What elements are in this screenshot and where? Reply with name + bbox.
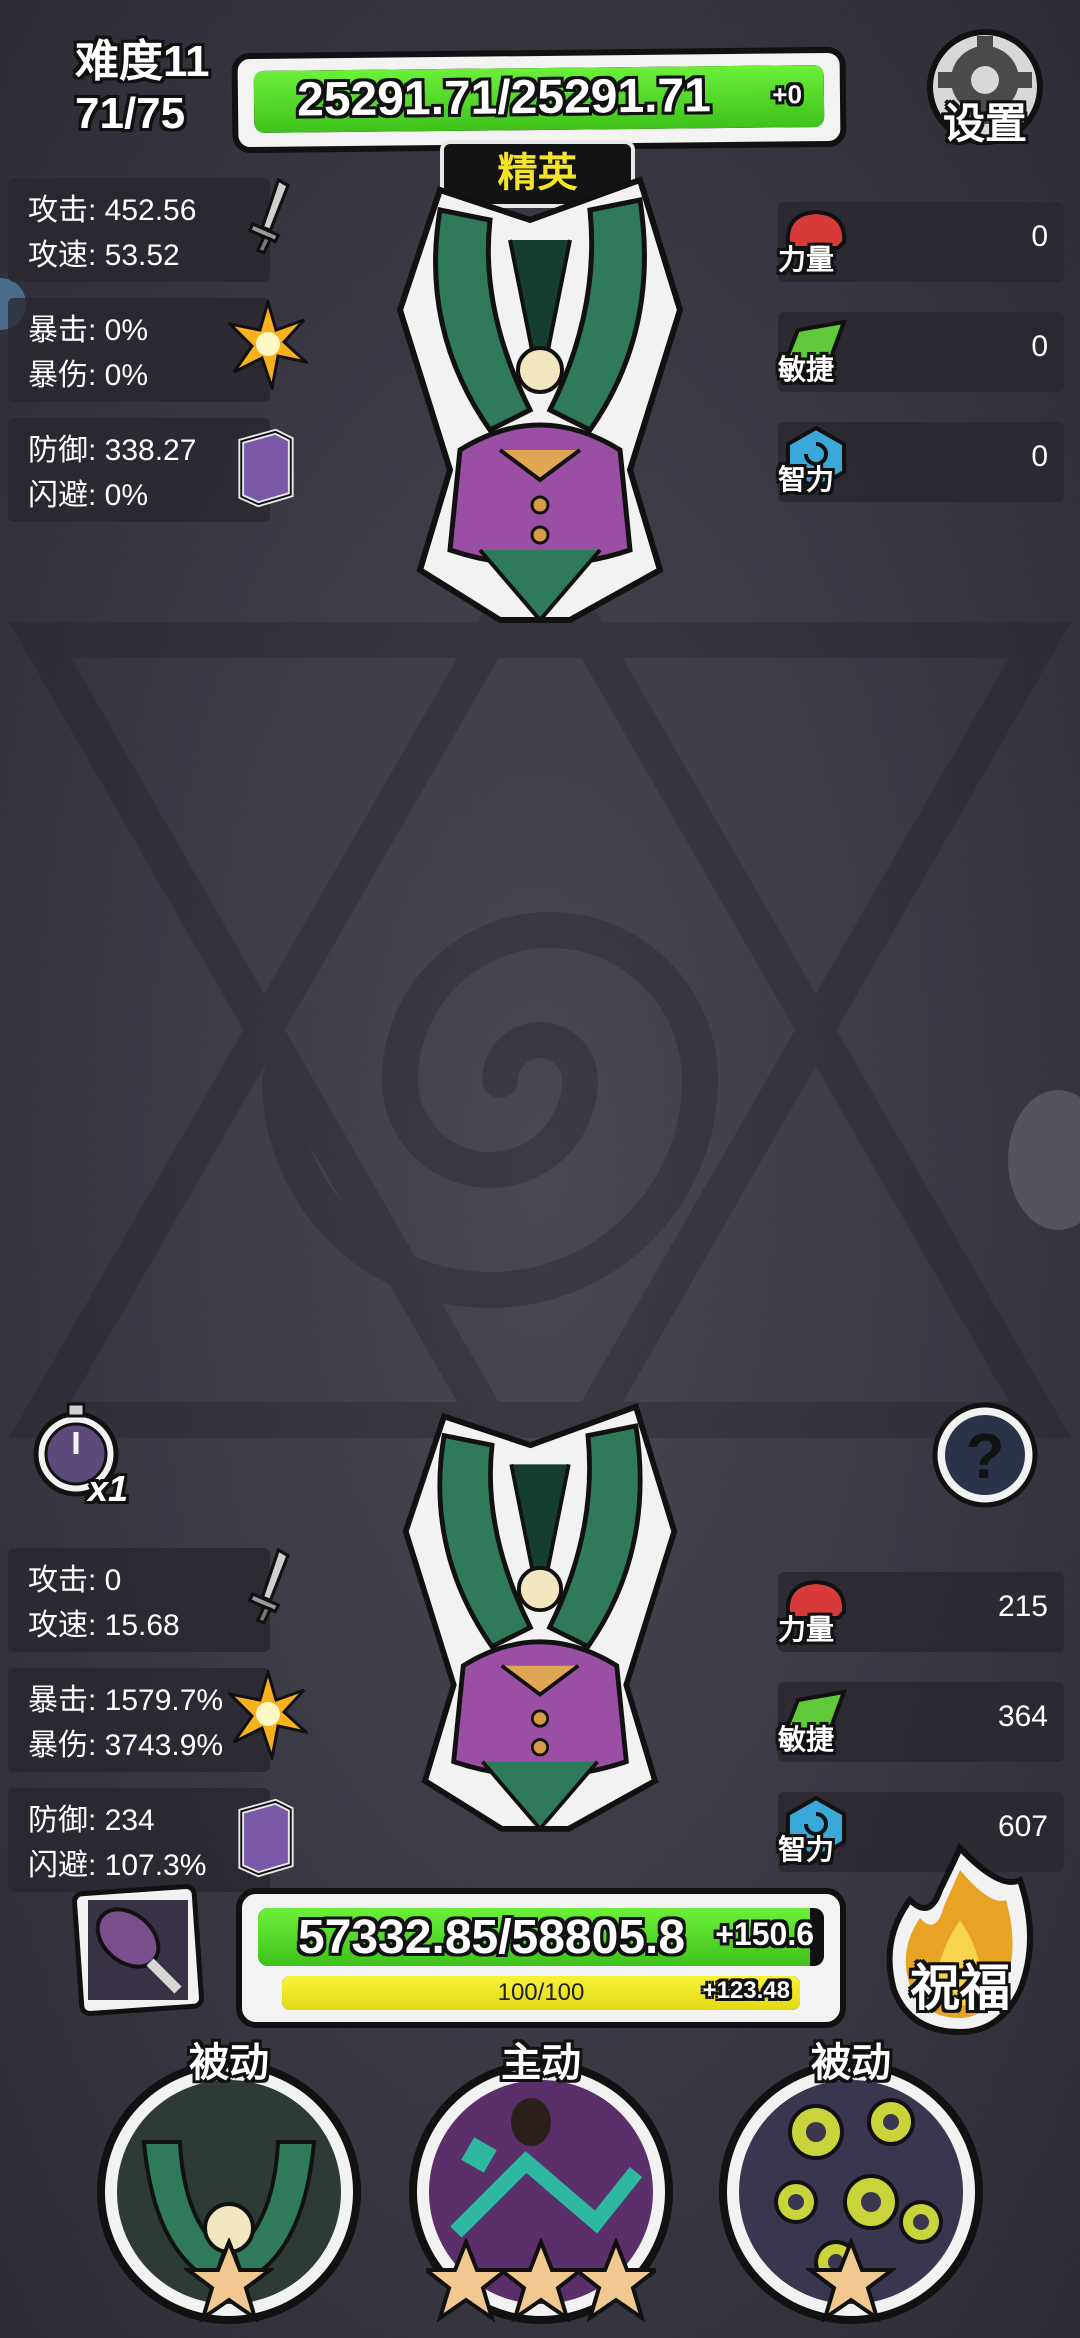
- star-icon: [806, 2238, 896, 2323]
- enemy-hp-frame: 25291.71/25291.71 +0: [231, 46, 847, 154]
- sword-icon: [247, 1547, 290, 1625]
- player-attack-panel: 攻击: 0 攻速: 15.68: [8, 1548, 270, 1652]
- player-status-frame: 57332.85/58805.8 +150.6 100/100 +123.48: [236, 1888, 846, 2028]
- player-hp-bar: 57332.85/58805.8 +150.6: [258, 1908, 824, 1966]
- enemy-strength-row: 力量 0: [778, 202, 1064, 282]
- player-strength-value: 215: [997, 1590, 1048, 1623]
- skill-type-label: 被动: [811, 2041, 891, 2085]
- player-plant-monster[interactable]: [380, 1378, 700, 1848]
- svg-text:?: ?: [965, 1420, 1004, 1492]
- enemy-defense-panel: 防御: 338.27 闪避: 0%: [8, 418, 270, 522]
- skill-slot-2[interactable]: 主动: [396, 2030, 686, 2330]
- difficulty-level: 难度11: [75, 37, 210, 86]
- crit-burst-icon: [228, 300, 308, 390]
- question-mark-icon: ?: [932, 1402, 1038, 1508]
- shield-icon: [238, 428, 294, 508]
- agility-label: 敏捷: [778, 354, 835, 385]
- settings-button[interactable]: 设置: [920, 22, 1050, 152]
- crit-burst-icon: [228, 1670, 308, 1760]
- equipped-item-slot[interactable]: [71, 1883, 205, 2017]
- skill-slot-3[interactable]: 被动: [706, 2030, 996, 2330]
- difficulty-display: 难度11 71/75: [75, 36, 210, 140]
- sword-icon: [247, 177, 290, 255]
- background-sigil: [8, 520, 1072, 1520]
- player-attack: 攻击: 0: [28, 1564, 122, 1597]
- player-attack-speed: 攻速: 15.68: [28, 1609, 180, 1642]
- intelligence-label: 智力: [778, 1834, 835, 1865]
- strength-label: 力量: [778, 1614, 835, 1645]
- enemy-hp-text: 25291.71/25291.71: [296, 69, 712, 127]
- player-strength-row: 力量 215: [778, 1572, 1064, 1652]
- enemy-attack-panel: 攻击: 452.56 攻速: 53.52: [8, 178, 270, 282]
- player-defense-panel: 防御: 234 闪避: 107.3%: [8, 1788, 270, 1892]
- enemy-agility-row: 敏捷 0: [778, 312, 1064, 392]
- wave-counter: 71/75: [75, 89, 186, 138]
- player-hp-regen: +150.6: [715, 1916, 814, 1952]
- strength-label: 力量: [778, 244, 835, 275]
- player-hp-text: 57332.85/58805.8: [298, 1911, 686, 1964]
- skill-type-label: 被动: [189, 2041, 269, 2085]
- player-intelligence-value: 607: [997, 1810, 1048, 1843]
- skill-slot-1[interactable]: 被动: [84, 2030, 374, 2330]
- leg-of-meat-icon: [71, 1883, 205, 2017]
- player-energy-regen: +123.48: [702, 1977, 790, 2004]
- enemy-attack: 攻击: 452.56: [28, 194, 197, 227]
- intelligence-label: 智力: [778, 464, 835, 495]
- enemy-plant-monster[interactable]: [380, 150, 700, 640]
- three-stars-icon: [426, 2238, 656, 2323]
- help-button[interactable]: ?: [930, 1400, 1040, 1510]
- star-icon: [184, 2238, 274, 2323]
- speed-multiplier: x1: [88, 1468, 129, 1509]
- enemy-hp-bar: 25291.71/25291.71 +0: [253, 65, 825, 133]
- enemy-strength-value: 0: [1031, 220, 1048, 253]
- game-speed-button[interactable]: x1: [28, 1400, 128, 1510]
- blessing-button[interactable]: 祝福: [870, 1840, 1050, 2040]
- blessing-label: 祝福: [910, 1960, 1010, 2016]
- enemy-agility-value: 0: [1031, 330, 1048, 363]
- player-energy-bar: 100/100 +123.48: [282, 1976, 800, 2010]
- shield-icon: [238, 1798, 294, 1878]
- player-agility-value: 364: [997, 1700, 1048, 1733]
- enemy-hp-regen: +0: [772, 79, 803, 110]
- settings-label: 设置: [942, 100, 1027, 147]
- enemy-intelligence-row: 智力 0: [778, 422, 1064, 502]
- agility-label: 敏捷: [778, 1724, 835, 1755]
- player-agility-row: 敏捷 364: [778, 1682, 1064, 1762]
- enemy-attack-speed: 攻速: 53.52: [28, 239, 180, 272]
- skill-type-label: 主动: [501, 2041, 581, 2085]
- enemy-intelligence-value: 0: [1031, 440, 1048, 473]
